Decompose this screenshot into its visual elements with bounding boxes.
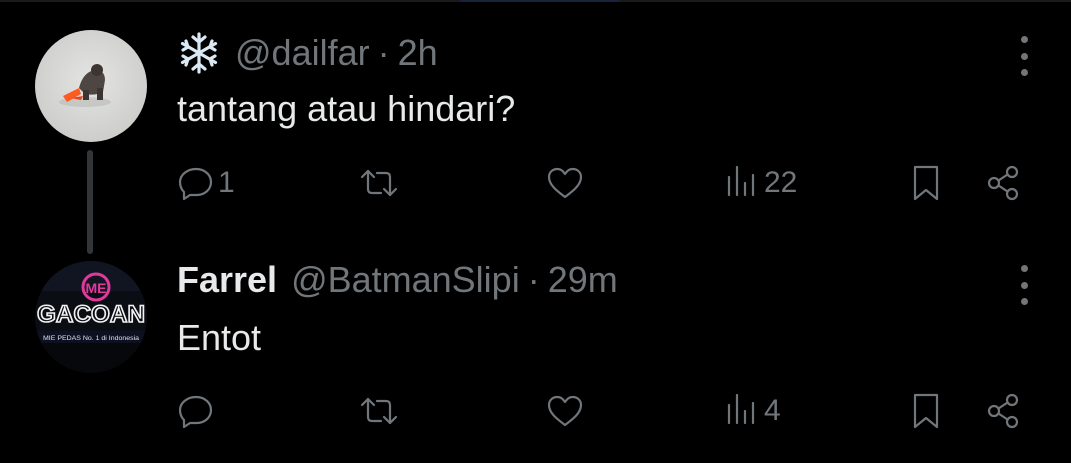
tweet-actions: 1 22 xyxy=(0,158,1071,208)
author-name[interactable]: Farrel xyxy=(177,259,277,301)
retweet-button[interactable] xyxy=(359,158,399,208)
share-icon xyxy=(987,393,1019,429)
tweet-parent[interactable]: @dailfar · 2h tantang atau hindari? 1 22 xyxy=(0,0,1071,254)
timestamp[interactable]: 29m xyxy=(548,259,618,301)
retweet-icon xyxy=(360,397,398,425)
timestamp[interactable]: 2h xyxy=(398,32,438,74)
author-handle[interactable]: @dailfar xyxy=(235,32,370,74)
tweet-text: tantang atau hindari? xyxy=(177,88,516,129)
bookmark-button[interactable] xyxy=(906,158,946,208)
like-icon xyxy=(547,395,583,427)
bookmark-icon xyxy=(913,165,939,201)
tweet-header: @dailfar · 2h xyxy=(177,30,438,76)
reply-icon xyxy=(178,167,213,201)
sign-brand: ME xyxy=(86,280,107,296)
retweet-button[interactable] xyxy=(359,386,399,436)
share-button[interactable] xyxy=(984,386,1024,436)
like-button[interactable] xyxy=(545,386,585,436)
reply-button[interactable] xyxy=(176,386,218,436)
share-button[interactable] xyxy=(984,158,1024,208)
views-button[interactable]: 4 xyxy=(722,386,781,436)
share-icon xyxy=(987,165,1019,201)
separator-dot: · xyxy=(527,259,540,300)
views-icon xyxy=(727,165,755,197)
more-icon[interactable] xyxy=(1013,265,1035,305)
views-icon xyxy=(727,393,755,425)
like-icon xyxy=(547,167,583,199)
reply-button[interactable]: 1 xyxy=(176,158,235,208)
reply-icon xyxy=(178,395,213,429)
snowflake-icon xyxy=(177,31,221,75)
sign-tagline: MIE PEDAS No. 1 di Indonesia xyxy=(43,336,140,342)
more-icon[interactable] xyxy=(1013,36,1035,76)
view-count: 4 xyxy=(764,394,781,427)
views-button[interactable]: 22 xyxy=(722,158,797,208)
avatar-dailfar[interactable] xyxy=(35,30,147,142)
tweet-header: Farrel @BatmanSlipi · 29m xyxy=(177,257,618,303)
avatar-batmanslipi[interactable]: ME GACOAN MIE PEDAS No. 1 di Indonesia xyxy=(35,261,147,373)
view-count: 22 xyxy=(764,166,798,199)
bookmark-icon xyxy=(913,393,939,429)
tweet-text: Entot xyxy=(177,317,262,358)
separator-dot: · xyxy=(377,32,390,73)
like-button[interactable] xyxy=(545,158,585,208)
sign-name: GACOAN xyxy=(37,301,145,328)
tweet-actions: 4 xyxy=(0,386,1071,436)
retweet-icon xyxy=(360,169,398,197)
bookmark-button[interactable] xyxy=(906,386,946,436)
reply-count: 1 xyxy=(218,166,235,199)
tweet-reply[interactable]: ME GACOAN MIE PEDAS No. 1 di Indonesia F… xyxy=(0,240,1071,463)
author-handle[interactable]: @BatmanSlipi xyxy=(291,259,520,301)
